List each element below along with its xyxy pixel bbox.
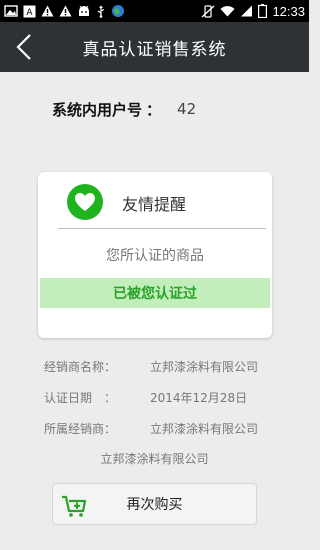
page-title: 真品认证销售系统 [82,39,227,60]
status-bar-left: A [4,4,125,18]
company-footer: 立邦漆涂料有限公司 [100,452,209,466]
dealer-name-value: 立邦漆涂料有限公司 [150,360,259,374]
globe-app-icon [111,4,125,18]
verify-date-label: 认证日期 ： [44,391,117,405]
title-bar: 真品认证销售系统 [0,22,309,72]
status-time: 12:33 [272,3,305,19]
buy-again-label: 再次购买 [126,497,183,513]
battery-icon [258,4,268,18]
buy-again-button[interactable]: 再次购买 [52,483,257,525]
heart-icon [67,184,103,220]
image-notification-icon [4,5,18,17]
usb-icon [96,5,106,18]
verify-date-row: 认证日期 ： 2014年12月28日 [44,389,284,407]
user-number-value: 42 [177,100,197,118]
card-subtitle: 您所认证的商品 [106,248,204,264]
back-button[interactable] [10,32,38,62]
vibrate-off-icon [201,4,215,18]
verify-date-value: 2014年12月28日 [150,391,248,405]
owner-dealer-row: 所属经销商： 立邦漆涂料有限公司 [44,420,284,438]
card-header: 友情提醒 [38,172,272,230]
signal-icon [240,5,253,17]
verification-status-banner: 已被您认证过 [40,278,270,308]
status-bar-right: 12:33 [201,4,305,19]
user-number-label: 系统内用户号 [52,100,143,119]
status-bar: A 12:33 [0,0,309,22]
user-number-separator: ： [146,100,162,119]
app-a-icon: A [23,5,36,18]
warning-icon-2 [59,5,72,17]
dealer-name-label: 经销商名称： [44,360,117,374]
wifi-icon [220,5,235,17]
chevron-left-icon [16,34,31,60]
owner-dealer-label: 所属经销商： [44,422,117,436]
reminder-card: 友情提醒 您所认证的商品 已被您认证过 [38,172,272,338]
svg-text:A: A [26,8,33,18]
card-title: 友情提醒 [122,195,187,214]
warning-icon [41,5,54,17]
owner-dealer-value: 立邦漆涂料有限公司 [150,422,259,436]
dealer-name-row: 经销商名称： 立邦漆涂料有限公司 [44,358,284,376]
android-debug-icon [77,5,91,17]
user-number-row: 系统内用户号 ： 42 [52,99,196,119]
card-divider [58,228,266,229]
